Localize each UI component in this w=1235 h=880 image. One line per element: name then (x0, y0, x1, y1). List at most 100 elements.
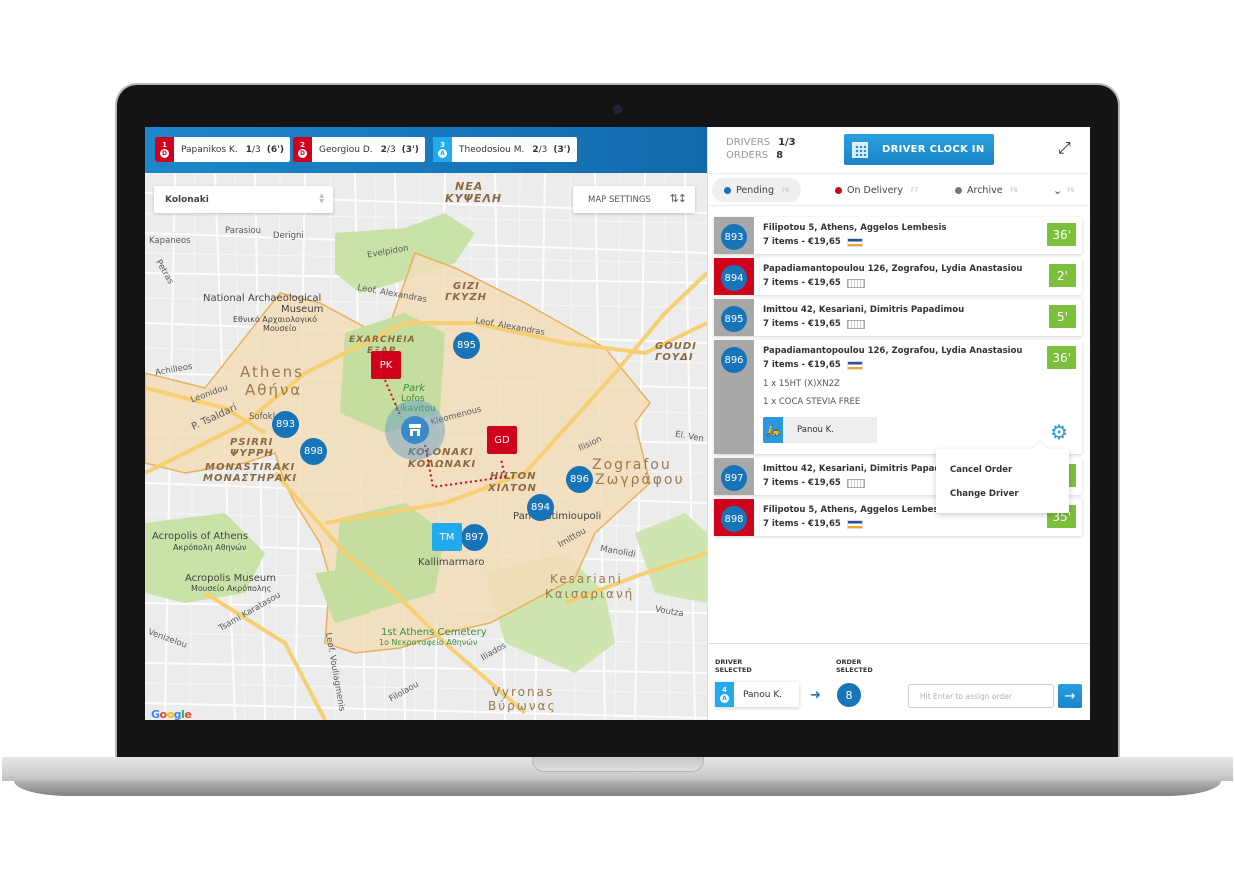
assign-order-input[interactable] (908, 684, 1054, 708)
visa-card-icon (846, 360, 863, 370)
driver-status-badge: 1 D (155, 137, 174, 162)
tab-shortcut: F9 (1067, 186, 1075, 194)
order-summary: 7 items - €19,65 (763, 360, 841, 370)
assigned-driver-name: Panou K. (797, 425, 834, 435)
order-address: Imittou 42, Kesariani, Dimitris Papadimo… (763, 305, 965, 315)
active-drivers-bar: 1 D Papanikos K. 1/3 (6') 2 D Georgiou D… (145, 127, 707, 173)
tab-pending[interactable]: Pending F6 (712, 178, 802, 202)
expand-icon[interactable]: ⤢ (1058, 138, 1071, 158)
map-settings-button[interactable]: MAP SETTINGS ⇅↕ (573, 186, 695, 213)
menu-item-cancel-order[interactable]: Cancel Order (950, 465, 1012, 475)
selected-driver[interactable]: 4 A Panou K. (715, 682, 799, 707)
driver-time: (3') (401, 144, 419, 155)
map-order-pin[interactable]: 893 (272, 411, 299, 438)
orders-panel: DRIVERS 1/3 ORDERS 8 DRIVER CLOCK IN ⤢ Pen… (707, 127, 1090, 720)
drivers-label: DRIVERS (726, 137, 771, 148)
order-address: Filipotou 5, Athens, Aggelos Lembesis (763, 223, 947, 233)
cash-icon (846, 319, 865, 329)
map-driver-pin[interactable]: TM (432, 523, 462, 551)
order-number: 897 (721, 465, 747, 491)
order-item: 1 x 15HT (X)XN2Z (763, 379, 840, 389)
label-line: SELECTED (715, 666, 752, 674)
driver-count: 1/3 (246, 145, 261, 155)
order-row[interactable]: 893 Filipotou 5, Athens, Aggelos Lembesi… (714, 217, 1082, 254)
selected-order[interactable]: 8 (837, 683, 861, 707)
map-order-pin[interactable]: 895 (453, 332, 480, 359)
order-number: 893 (721, 224, 747, 250)
driver-name: Georgiou D. (319, 144, 373, 155)
tab-label: Archive (967, 184, 1003, 196)
map-order-pin[interactable]: 898 (300, 438, 327, 465)
camera-icon (614, 106, 621, 113)
chevron-down-icon: ⌄ (1053, 183, 1063, 197)
orders-value: 8 (776, 150, 784, 161)
driver-status: A (438, 149, 447, 158)
visa-card-icon (846, 519, 863, 529)
laptop-notch (532, 757, 704, 772)
google-logo: Google (151, 708, 192, 720)
driver-status: A (720, 694, 729, 703)
tab-on-delivery[interactable]: On Delivery F7 (835, 178, 918, 202)
tab-archive[interactable]: Archive F8 (955, 178, 1018, 202)
select-arrows-icon: ▲ ▼ (319, 192, 324, 205)
order-timer: 36' (1047, 223, 1076, 246)
order-meta: 7 items - €19,65 (763, 319, 865, 329)
gear-icon[interactable]: ⚙ (1050, 420, 1068, 444)
driver-selected-label: DRIVER SELECTED (715, 658, 752, 674)
tab-shortcut: F8 (1010, 186, 1018, 194)
order-summary: 7 items - €19,65 (763, 478, 841, 488)
tab-label: Pending (736, 184, 774, 196)
driver-status-badge: 4 A (715, 682, 734, 707)
order-row-expanded[interactable]: 896 Papadiamantopoulou 126, Zografou, Ly… (714, 340, 1082, 454)
order-timer: 5' (1049, 305, 1076, 328)
driver-count-total: /3 (251, 144, 261, 155)
assigned-driver[interactable]: 🛵 Panou K. (763, 417, 877, 443)
driver-index: 2 (300, 141, 305, 149)
assign-footer: DRIVER SELECTED ORDER SELECTED 4 A Panou K… (708, 643, 1090, 720)
map-driver-pin[interactable]: PK (371, 351, 401, 379)
clock-in-label: DRIVER CLOCK IN (882, 144, 985, 155)
app-screen: ΝΕΑ ΚΥΨΕΛΗ GIZI ΓΚΥΖΗ EXARCHEIA ΕΞΑΡ Ath… (145, 127, 1090, 720)
cash-icon (846, 478, 865, 488)
order-number: 894 (721, 265, 747, 291)
order-meta: 7 items - €19,65 (763, 519, 863, 529)
menu-item-change-driver[interactable]: Change Driver (950, 489, 1019, 499)
driver-clock-in-button[interactable]: DRIVER CLOCK IN (844, 134, 994, 165)
tab-shortcut: F6 (781, 186, 790, 194)
archive-dot-icon (955, 186, 962, 194)
arrow-right-icon: → (1064, 688, 1076, 704)
driver-status: D (298, 149, 307, 158)
order-timer: 36' (1047, 346, 1076, 369)
area-select-value: Kolonaki (165, 194, 209, 205)
order-row[interactable]: 894 Papadiamantopoulou 126, Zografou, Ly… (714, 258, 1082, 295)
driver-chip[interactable]: 1 D Papanikos K. 1/3 (6') (155, 137, 290, 162)
map-order-pin[interactable]: 896 (566, 466, 593, 493)
map-order-pin[interactable]: 894 (527, 494, 554, 521)
map-driver-pin[interactable]: GD (487, 426, 517, 454)
driver-chip[interactable]: 2 D Georgiou D. 2/3 (3') (293, 137, 425, 162)
driver-index: 1 (162, 141, 167, 149)
map-order-pin[interactable]: 897 (461, 524, 488, 551)
arrow-right-icon: ➜ (810, 688, 821, 703)
driver-count: 2/3 (381, 145, 396, 155)
order-address: Papadiamantopoulou 126, Zografou, Lydia … (763, 346, 1023, 356)
order-number: 895 (721, 306, 747, 332)
label-line: SELECTED (836, 666, 873, 674)
area-select[interactable]: Kolonaki ▲ ▼ (154, 186, 333, 213)
cash-icon (846, 278, 865, 288)
order-row[interactable]: 895 Imittou 42, Kesariani, Dimitris Papa… (714, 299, 1082, 336)
driver-chip[interactable]: 3 A Theodosiou M. 2/3 (3') (433, 137, 577, 162)
order-context-menu: Cancel Order Change Driver (936, 449, 1069, 513)
tab-more[interactable]: ⌄ F9 (1053, 178, 1075, 202)
order-address: Filipotou 5, Athens, Aggelos Lembesis (763, 505, 947, 515)
driver-index: 3 (440, 141, 445, 149)
store-icon[interactable] (401, 416, 429, 444)
order-address: Papadiamantopoulou 126, Zografou, Lydia … (763, 264, 1023, 274)
order-meta: 7 items - €19,65 (763, 478, 865, 488)
assign-submit-button[interactable]: → (1058, 684, 1082, 708)
driver-name: Papanikos K. (181, 144, 238, 155)
tab-label: On Delivery (847, 184, 903, 196)
driver-name: Theodosiou M. (459, 144, 525, 155)
map-view[interactable]: ΝΕΑ ΚΥΨΕΛΗ GIZI ΓΚΥΖΗ EXARCHEIA ΕΞΑΡ Ath… (145, 127, 707, 720)
sliders-icon: ⇅↕ (669, 192, 687, 205)
